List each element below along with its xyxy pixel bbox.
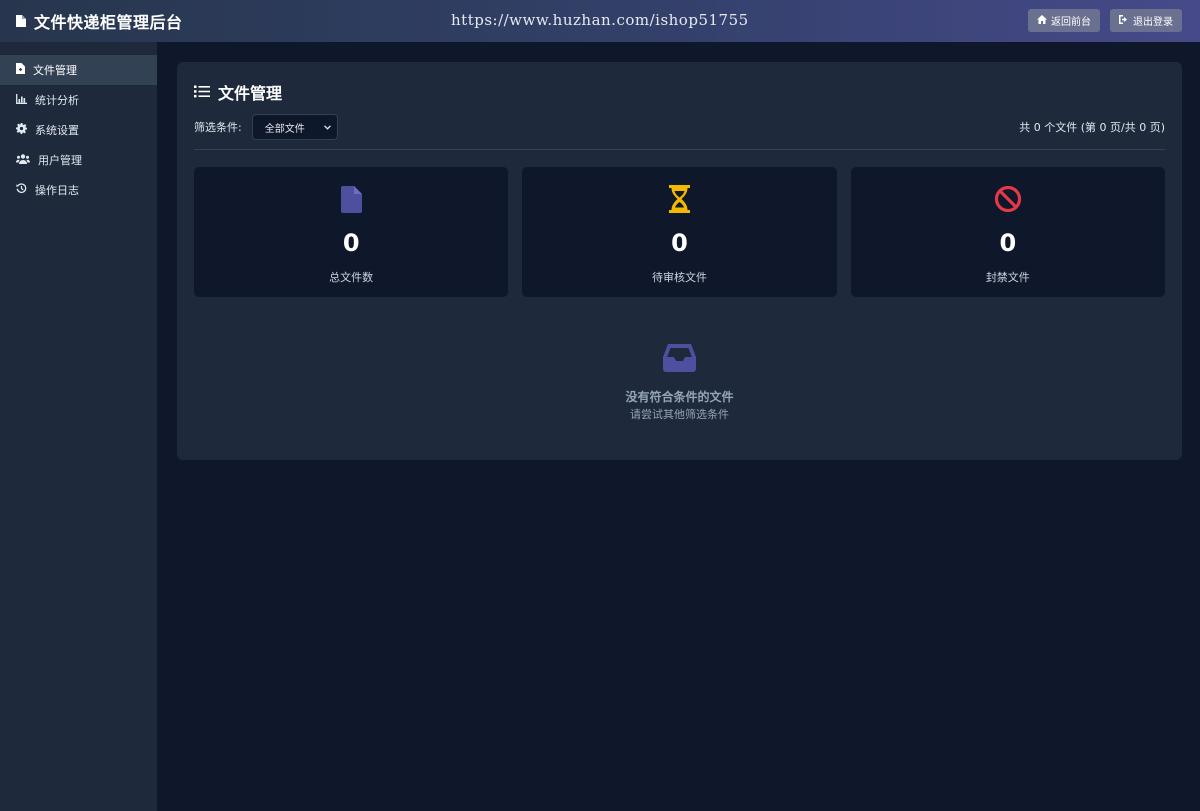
file-icon — [340, 185, 362, 213]
chart-icon — [16, 93, 27, 107]
filter-select[interactable]: 全部文件 — [251, 114, 338, 140]
sidebar-item-label: 操作日志 — [35, 184, 79, 197]
stat-label: 封禁文件 — [985, 271, 1030, 284]
ban-icon — [994, 185, 1022, 213]
stat-label: 总文件数 — [329, 271, 374, 284]
app-title: 文件快递柜管理后台 — [34, 13, 183, 32]
divider — [194, 149, 1165, 150]
header-actions: 返回前台 退出登录 — [1028, 9, 1182, 32]
home-icon — [1037, 14, 1047, 27]
top-bar: 文件快递柜管理后台 https://www.huzhan.com/ishop51… — [0, 0, 1200, 42]
history-icon — [16, 183, 27, 197]
stats-row: 0 总文件数 0 待审核文件 0 封禁文件 — [194, 167, 1165, 297]
sidebar-item-users[interactable]: 用户管理 — [0, 145, 157, 175]
back-to-frontend-button[interactable]: 返回前台 — [1028, 9, 1100, 32]
hourglass-icon — [668, 185, 690, 213]
watermark-url: https://www.huzhan.com/ishop51755 — [451, 11, 749, 29]
gear-icon — [16, 123, 27, 137]
sidebar-item-label: 文件管理 — [33, 64, 77, 77]
file-management-panel: 文件管理 筛选条件: 全部文件 共 0 个文件 (第 0 页/共 0 页) 0 … — [177, 62, 1182, 460]
stat-value: 0 — [671, 229, 688, 257]
logout-icon — [1119, 14, 1129, 27]
filter-select-value: 全部文件 — [264, 123, 305, 135]
sidebar-item-settings[interactable]: 系统设置 — [0, 115, 157, 145]
sidebar-item-label: 系统设置 — [35, 124, 79, 137]
file-icon — [16, 63, 25, 77]
empty-state-title: 没有符合条件的文件 — [625, 390, 734, 404]
logout-label: 退出登录 — [1133, 17, 1173, 28]
sidebar-item-label: 用户管理 — [38, 154, 82, 167]
back-to-frontend-label: 返回前台 — [1051, 17, 1091, 28]
users-icon — [16, 153, 30, 167]
panel-header: 文件管理 — [194, 80, 282, 104]
stat-value: 0 — [342, 229, 360, 257]
file-count-summary: 共 0 个文件 (第 0 页/共 0 页) — [1019, 121, 1165, 134]
stat-card-banned-files: 0 封禁文件 — [850, 167, 1165, 297]
file-icon — [16, 12, 26, 31]
sidebar-item-label: 统计分析 — [35, 94, 79, 107]
brand: 文件快递柜管理后台 — [16, 0, 183, 42]
filter-row: 筛选条件: 全部文件 共 0 个文件 (第 0 页/共 0 页) — [194, 114, 1165, 140]
inbox-icon — [663, 344, 696, 376]
logout-button[interactable]: 退出登录 — [1110, 9, 1182, 32]
sidebar-item-operation-log[interactable]: 操作日志 — [0, 175, 157, 205]
sidebar: 文件管理 统计分析 系统设置 用户管理 操作日志 — [0, 42, 157, 811]
empty-state-subtitle: 请尝试其他筛选条件 — [630, 408, 729, 421]
filter-label: 筛选条件: — [194, 121, 242, 134]
stat-label: 待审核文件 — [651, 271, 707, 284]
sidebar-item-statistics[interactable]: 统计分析 — [0, 85, 157, 115]
stat-card-pending-files: 0 待审核文件 — [522, 167, 837, 297]
page-title: 文件管理 — [218, 84, 283, 103]
chevron-down-icon — [323, 122, 331, 133]
stat-card-total-files: 0 总文件数 — [194, 167, 509, 297]
stat-value: 0 — [999, 229, 1017, 257]
empty-state: 没有符合条件的文件 请尝试其他筛选条件 — [177, 344, 1182, 422]
list-icon — [194, 83, 210, 102]
sidebar-item-file-management[interactable]: 文件管理 — [0, 55, 157, 85]
